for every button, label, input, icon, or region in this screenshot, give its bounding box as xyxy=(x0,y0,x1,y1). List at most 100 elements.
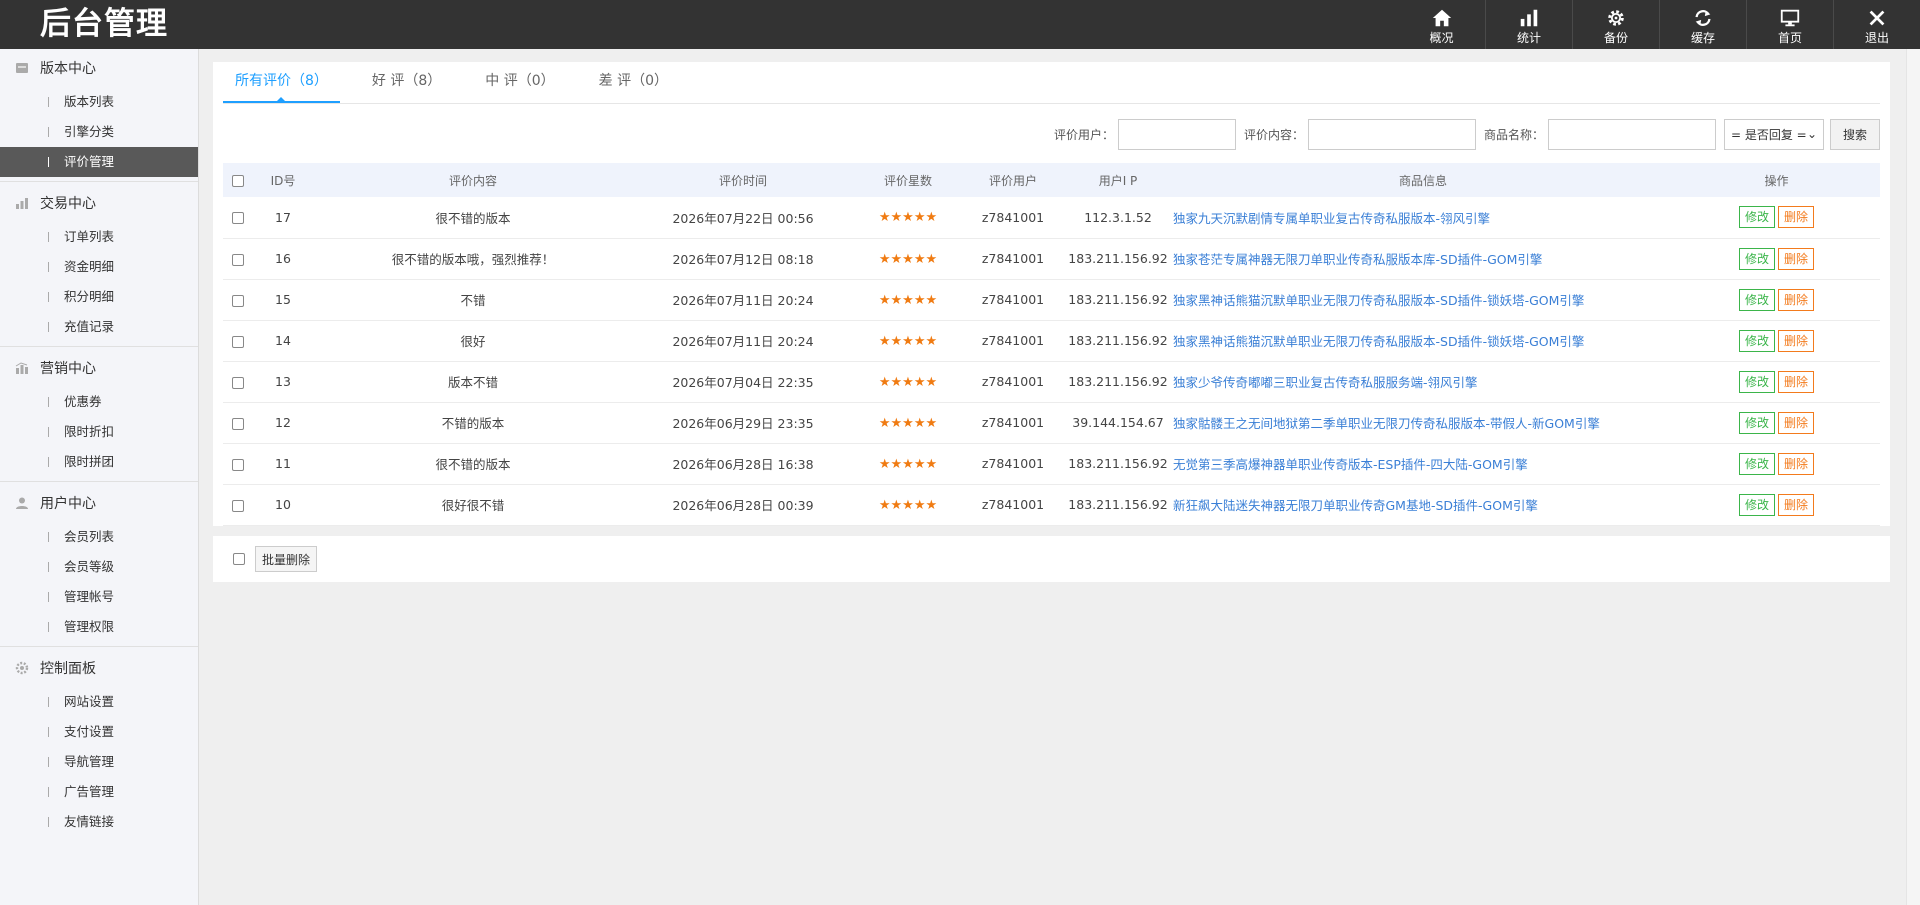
nav-backup[interactable]: 备份 xyxy=(1572,0,1659,49)
sidebar-item-version-list[interactable]: 版本列表 xyxy=(0,87,198,117)
star-rating: ★★★★★ xyxy=(878,497,938,513)
row-checkbox[interactable] xyxy=(232,376,244,389)
sidebar-group-title[interactable]: 营销中心 xyxy=(0,349,198,387)
row-goods-link[interactable]: 独家黑神话熊猫沉默单职业无限刀传奇私服版本-SD插件-锁妖塔-GOM引擎 xyxy=(1173,320,1673,362)
footer-select-checkbox[interactable] xyxy=(233,553,245,565)
star-rating: ★★★★★ xyxy=(878,292,938,308)
nav-cache[interactable]: 缓存 xyxy=(1659,0,1746,49)
sidebar-item-coupons[interactable]: 优惠券 xyxy=(0,387,198,417)
sidebar-item-friend-links[interactable]: 友情链接 xyxy=(0,807,198,837)
row-goods-link[interactable]: 新狂飙大陆迷失神器无限刀单职业传奇GM基地-SD插件-GOM引擎 xyxy=(1173,484,1673,526)
row-content: 很不错的版本哦，强烈推荐！ xyxy=(313,238,633,280)
edit-button[interactable]: 修改 xyxy=(1738,370,1775,393)
sidebar-item-member-level[interactable]: 会员等级 xyxy=(0,552,198,582)
table-row: 15 不错 2026年07月11日 20:24 ★★★★★ z7841001 183.21… xyxy=(223,279,1880,321)
goods-name-input[interactable] xyxy=(1548,118,1716,150)
sidebar-item-member-list[interactable]: 会员列表 xyxy=(0,522,198,552)
tab-bad-reviews[interactable]: 差 评（0） xyxy=(587,61,680,103)
edit-button[interactable]: 修改 xyxy=(1738,493,1775,516)
delete-button[interactable]: 删除 xyxy=(1778,247,1815,270)
tab-all-reviews[interactable]: 所有评价（8） xyxy=(223,61,340,103)
row-goods-link[interactable]: 独家少爷传奇嘟嘟三职业复古传奇私服服务端-翎风引擎 xyxy=(1173,361,1673,403)
row-checkbox-cell xyxy=(223,279,253,321)
sidebar-group-marketing: 营销中心 优惠券 限时折扣 限时拼团 xyxy=(0,349,198,482)
monitor-icon xyxy=(1780,9,1800,26)
select-all-header xyxy=(223,163,253,197)
tab-neutral-reviews[interactable]: 中 评（0） xyxy=(473,61,566,103)
edit-button[interactable]: 修改 xyxy=(1738,247,1775,270)
sidebar-group-title[interactable]: 版本中心 xyxy=(0,49,198,87)
delete-button[interactable]: 删除 xyxy=(1778,206,1815,229)
sidebar-item-funds[interactable]: 资金明细 xyxy=(0,252,198,282)
sidebar-item-review-management[interactable]: 评价管理 xyxy=(0,147,198,177)
edit-button[interactable]: 修改 xyxy=(1738,329,1775,352)
review-user-input[interactable] xyxy=(1117,118,1236,150)
row-checkbox[interactable] xyxy=(232,417,244,430)
sidebar-item-payment-settings[interactable]: 支付设置 xyxy=(0,717,198,747)
sidebar-item-admin-accounts[interactable]: 管理帐号 xyxy=(0,582,198,612)
row-checkbox[interactable] xyxy=(232,294,244,307)
sidebar-group-trade: 交易中心 订单列表 资金明细 积分明细 充值记录 xyxy=(0,184,198,347)
delete-button[interactable]: 删除 xyxy=(1778,493,1815,516)
nav-stats[interactable]: 统计 xyxy=(1485,0,1572,49)
delete-button[interactable]: 删除 xyxy=(1778,329,1815,352)
row-time: 2026年07月22日 00:56 xyxy=(633,197,853,239)
edit-button[interactable]: 修改 xyxy=(1738,452,1775,475)
review-content-input[interactable] xyxy=(1307,118,1476,150)
row-checkbox[interactable] xyxy=(232,212,244,225)
edit-button[interactable]: 修改 xyxy=(1738,411,1775,434)
star-rating: ★★★★★ xyxy=(878,415,938,431)
delete-button[interactable]: 删除 xyxy=(1778,288,1815,311)
delete-button[interactable]: 删除 xyxy=(1778,411,1815,434)
delete-button[interactable]: 删除 xyxy=(1778,370,1815,393)
row-checkbox[interactable] xyxy=(232,253,244,266)
nav-logout[interactable]: 退出 xyxy=(1833,0,1920,49)
table-header-row: ID号 评价内容 评价时间 评价星数 评价用户 用户I P 商品信息 操作 xyxy=(223,163,1880,197)
row-actions: 修改 删除 xyxy=(1673,320,1880,362)
page-scrollbar[interactable] xyxy=(1906,49,1920,905)
row-user: z7841001 xyxy=(963,279,1063,321)
row-content: 不错的版本 xyxy=(313,402,633,444)
sidebar-item-engine-category[interactable]: 引擎分类 xyxy=(0,117,198,147)
select-all-checkbox[interactable] xyxy=(232,174,244,187)
edit-button[interactable]: 修改 xyxy=(1738,206,1775,229)
row-checkbox[interactable] xyxy=(232,335,244,348)
sidebar-item-group-buy[interactable]: 限时拼团 xyxy=(0,447,198,477)
sidebar-item-flash-discount[interactable]: 限时折扣 xyxy=(0,417,198,447)
sidebar-group-title[interactable]: 控制面板 xyxy=(0,649,198,687)
row-actions: 修改 删除 xyxy=(1673,443,1880,485)
row-goods-link[interactable]: 独家骷髅王之无间地狱第二季单职业无限刀传奇私服版本-带假人-新GOM引擎 xyxy=(1173,402,1673,444)
tab-good-reviews[interactable]: 好 评（8） xyxy=(360,61,453,103)
sidebar-item-orders[interactable]: 订单列表 xyxy=(0,222,198,252)
row-goods-link[interactable]: 独家苍茫专属神器无限刀单职业传奇私服版本库-SD插件-GOM引擎 xyxy=(1173,238,1673,280)
row-time: 2026年07月11日 20:24 xyxy=(633,279,853,321)
row-goods-link[interactable]: 独家九天沉默剧情专属单职业复古传奇私服版本-翎风引擎 xyxy=(1173,197,1673,239)
row-user: z7841001 xyxy=(963,484,1063,526)
table-row: 13 版本不错 2026年07月04日 22:35 ★★★★★ z7841001 183.… xyxy=(223,361,1880,403)
nav-overview[interactable]: 概况 xyxy=(1398,0,1485,49)
bulk-delete-button[interactable]: 批量删除 xyxy=(255,546,318,572)
row-id: 13 xyxy=(253,361,313,403)
sidebar-item-admin-permissions[interactable]: 管理权限 xyxy=(0,612,198,642)
search-button[interactable]: 搜索 xyxy=(1830,118,1880,150)
nav-cache-label: 缓存 xyxy=(1690,30,1715,45)
gear-icon xyxy=(1608,9,1624,26)
sidebar-item-site-settings[interactable]: 网站设置 xyxy=(0,687,198,717)
row-checkbox[interactable] xyxy=(232,458,244,471)
row-goods-link[interactable]: 无觉第三季高爆神器单职业传奇版本-ESP插件-四大陆-GOM引擎 xyxy=(1173,443,1673,485)
row-actions: 修改 删除 xyxy=(1673,238,1880,280)
sidebar-item-points[interactable]: 积分明细 xyxy=(0,282,198,312)
row-checkbox[interactable] xyxy=(232,499,244,512)
col-content: 评价内容 xyxy=(313,163,633,197)
reply-status-select[interactable]: = 是否回复 = ⌄ xyxy=(1724,118,1824,150)
sidebar-group-title[interactable]: 用户中心 xyxy=(0,484,198,522)
sidebar-item-navigation[interactable]: 导航管理 xyxy=(0,747,198,777)
edit-button[interactable]: 修改 xyxy=(1738,288,1775,311)
sidebar-group-title[interactable]: 交易中心 xyxy=(0,184,198,222)
sidebar-item-recharge[interactable]: 充值记录 xyxy=(0,312,198,342)
reviews-table: ID号 评价内容 评价时间 评价星数 评价用户 用户I P 商品信息 操作 17… xyxy=(223,163,1880,526)
row-goods-link[interactable]: 独家黑神话熊猫沉默单职业无限刀传奇私服版本-SD插件-锁妖塔-GOM引擎 xyxy=(1173,279,1673,321)
sidebar-item-ads[interactable]: 广告管理 xyxy=(0,777,198,807)
nav-homepage[interactable]: 首页 xyxy=(1746,0,1833,49)
delete-button[interactable]: 删除 xyxy=(1778,452,1815,475)
